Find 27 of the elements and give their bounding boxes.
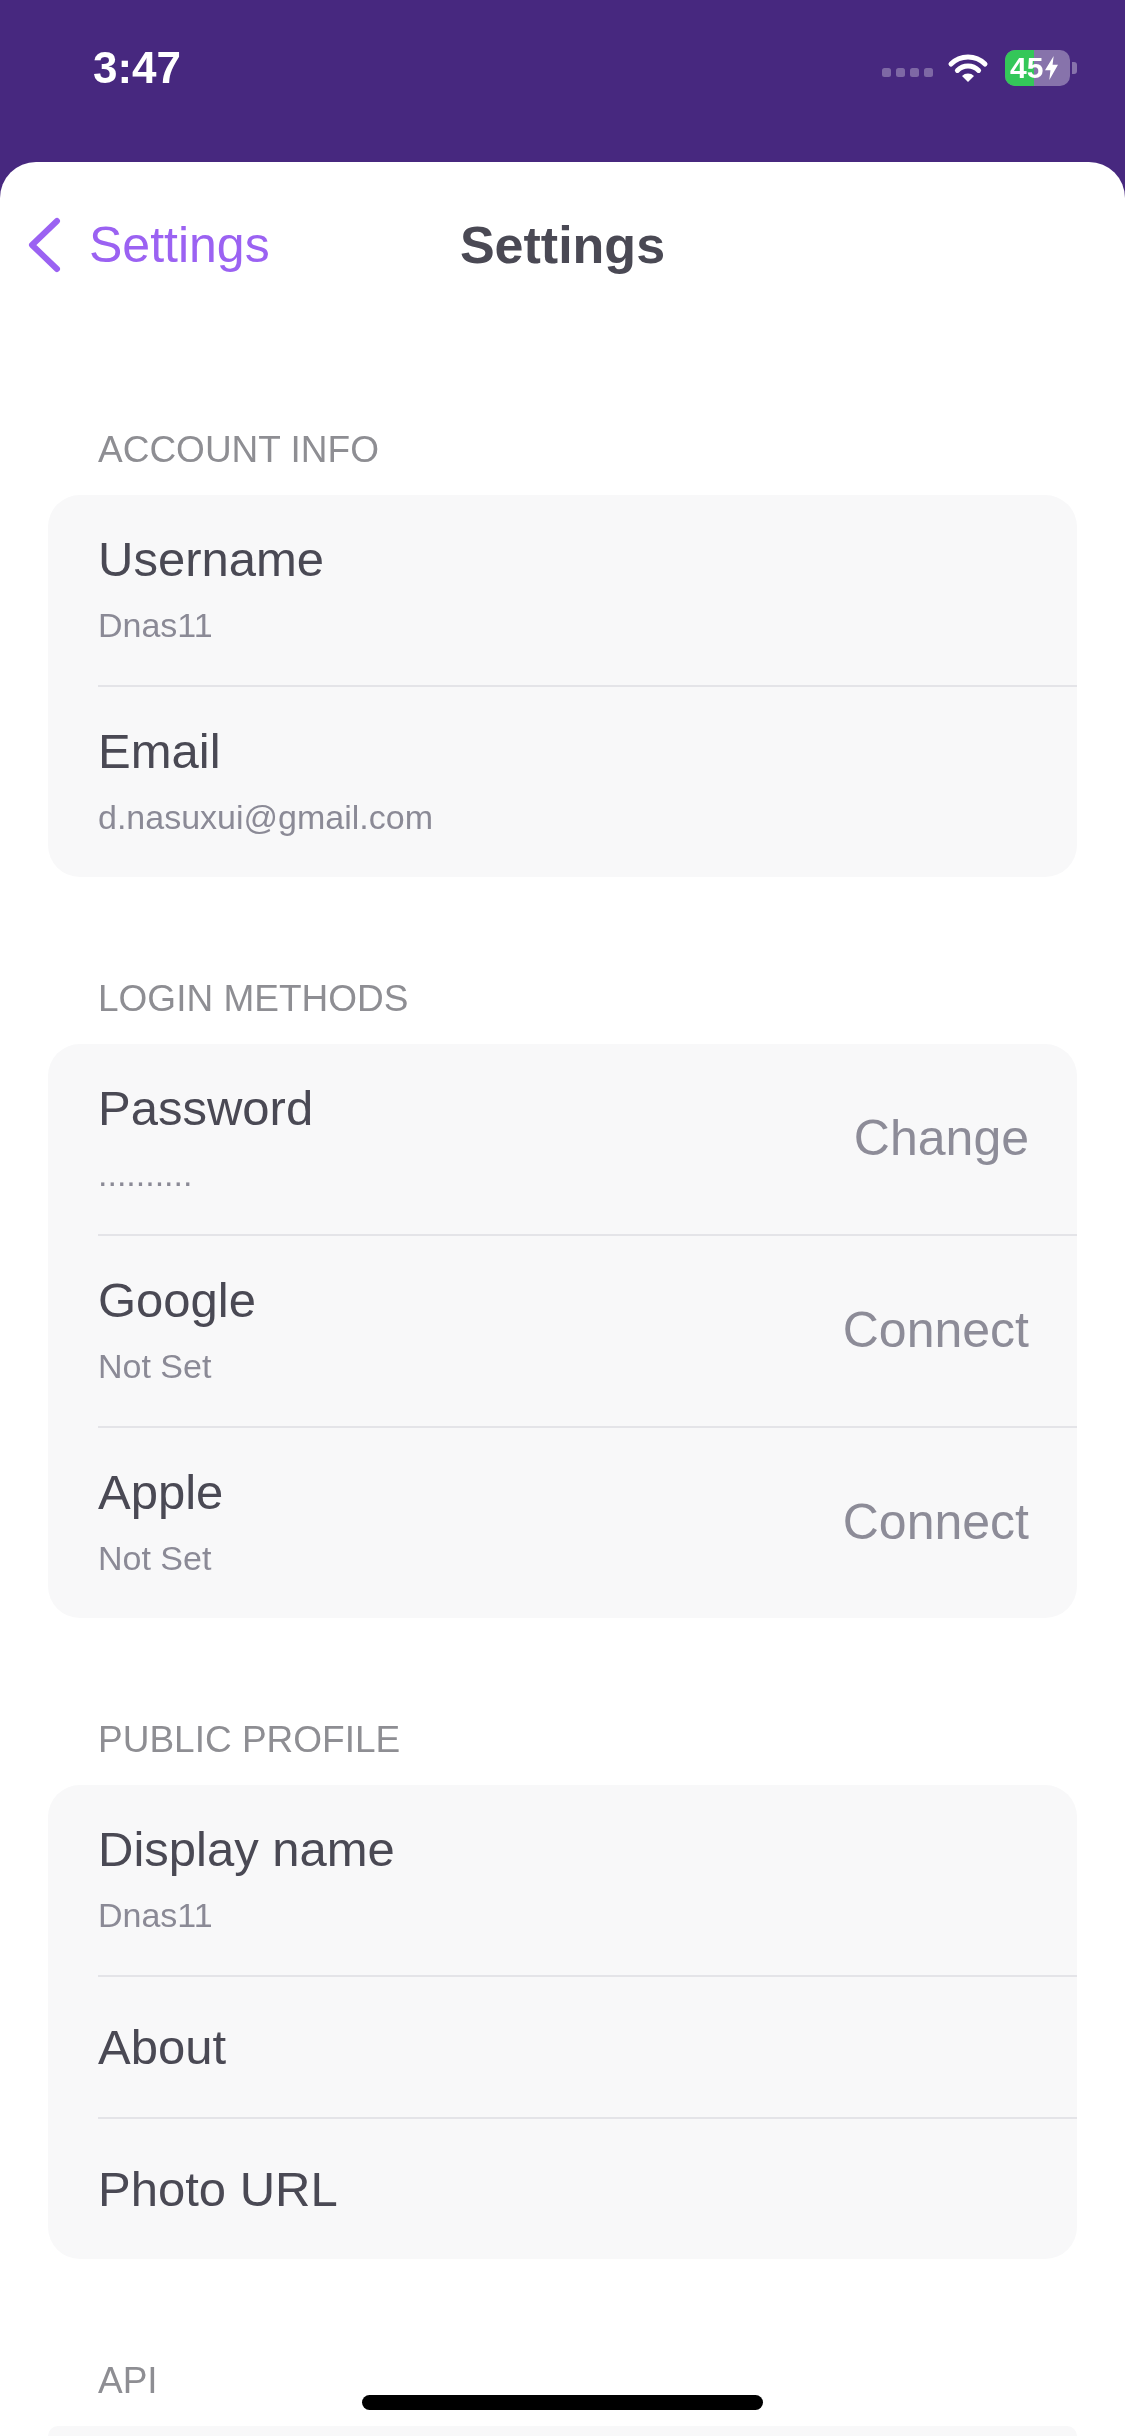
section-header: API [98,2359,158,2403]
page-title: Settings [459,215,666,276]
row-title: Apple [98,1464,224,1520]
signal-icon [882,67,933,77]
row-value: Not Set [98,1346,212,1387]
row-value: Dnas11 [98,605,213,646]
action-link[interactable]: Change [853,1108,1029,1168]
section-header: ACCOUNT INFO [98,428,379,472]
row-title: Photo URL [98,2161,338,2217]
row-value: .......... [98,1154,193,1195]
row-title: Email [98,723,221,779]
action-link[interactable]: Connect [842,1492,1029,1552]
back-button[interactable]: Settings [26,215,270,275]
row-title: About [98,2019,227,2075]
row-title: Username [98,531,325,587]
battery-percentage: 45 [1010,50,1044,86]
row-value: Not Set [98,1538,212,1579]
section-header: PUBLIC PROFILE [98,1718,401,1762]
row-title: Display name [98,1821,395,1877]
row-title: Password [98,1080,314,1136]
row-value: Dnas11 [98,1895,213,1936]
action-link[interactable]: Connect [842,1300,1029,1360]
chevron-left-icon [26,217,62,273]
status-time: 3:47 [93,42,182,94]
row-title: Google [98,1272,256,1328]
row-value: d.nasuxui@gmail.com [98,797,433,838]
section-header: LOGIN METHODS [98,977,409,1021]
